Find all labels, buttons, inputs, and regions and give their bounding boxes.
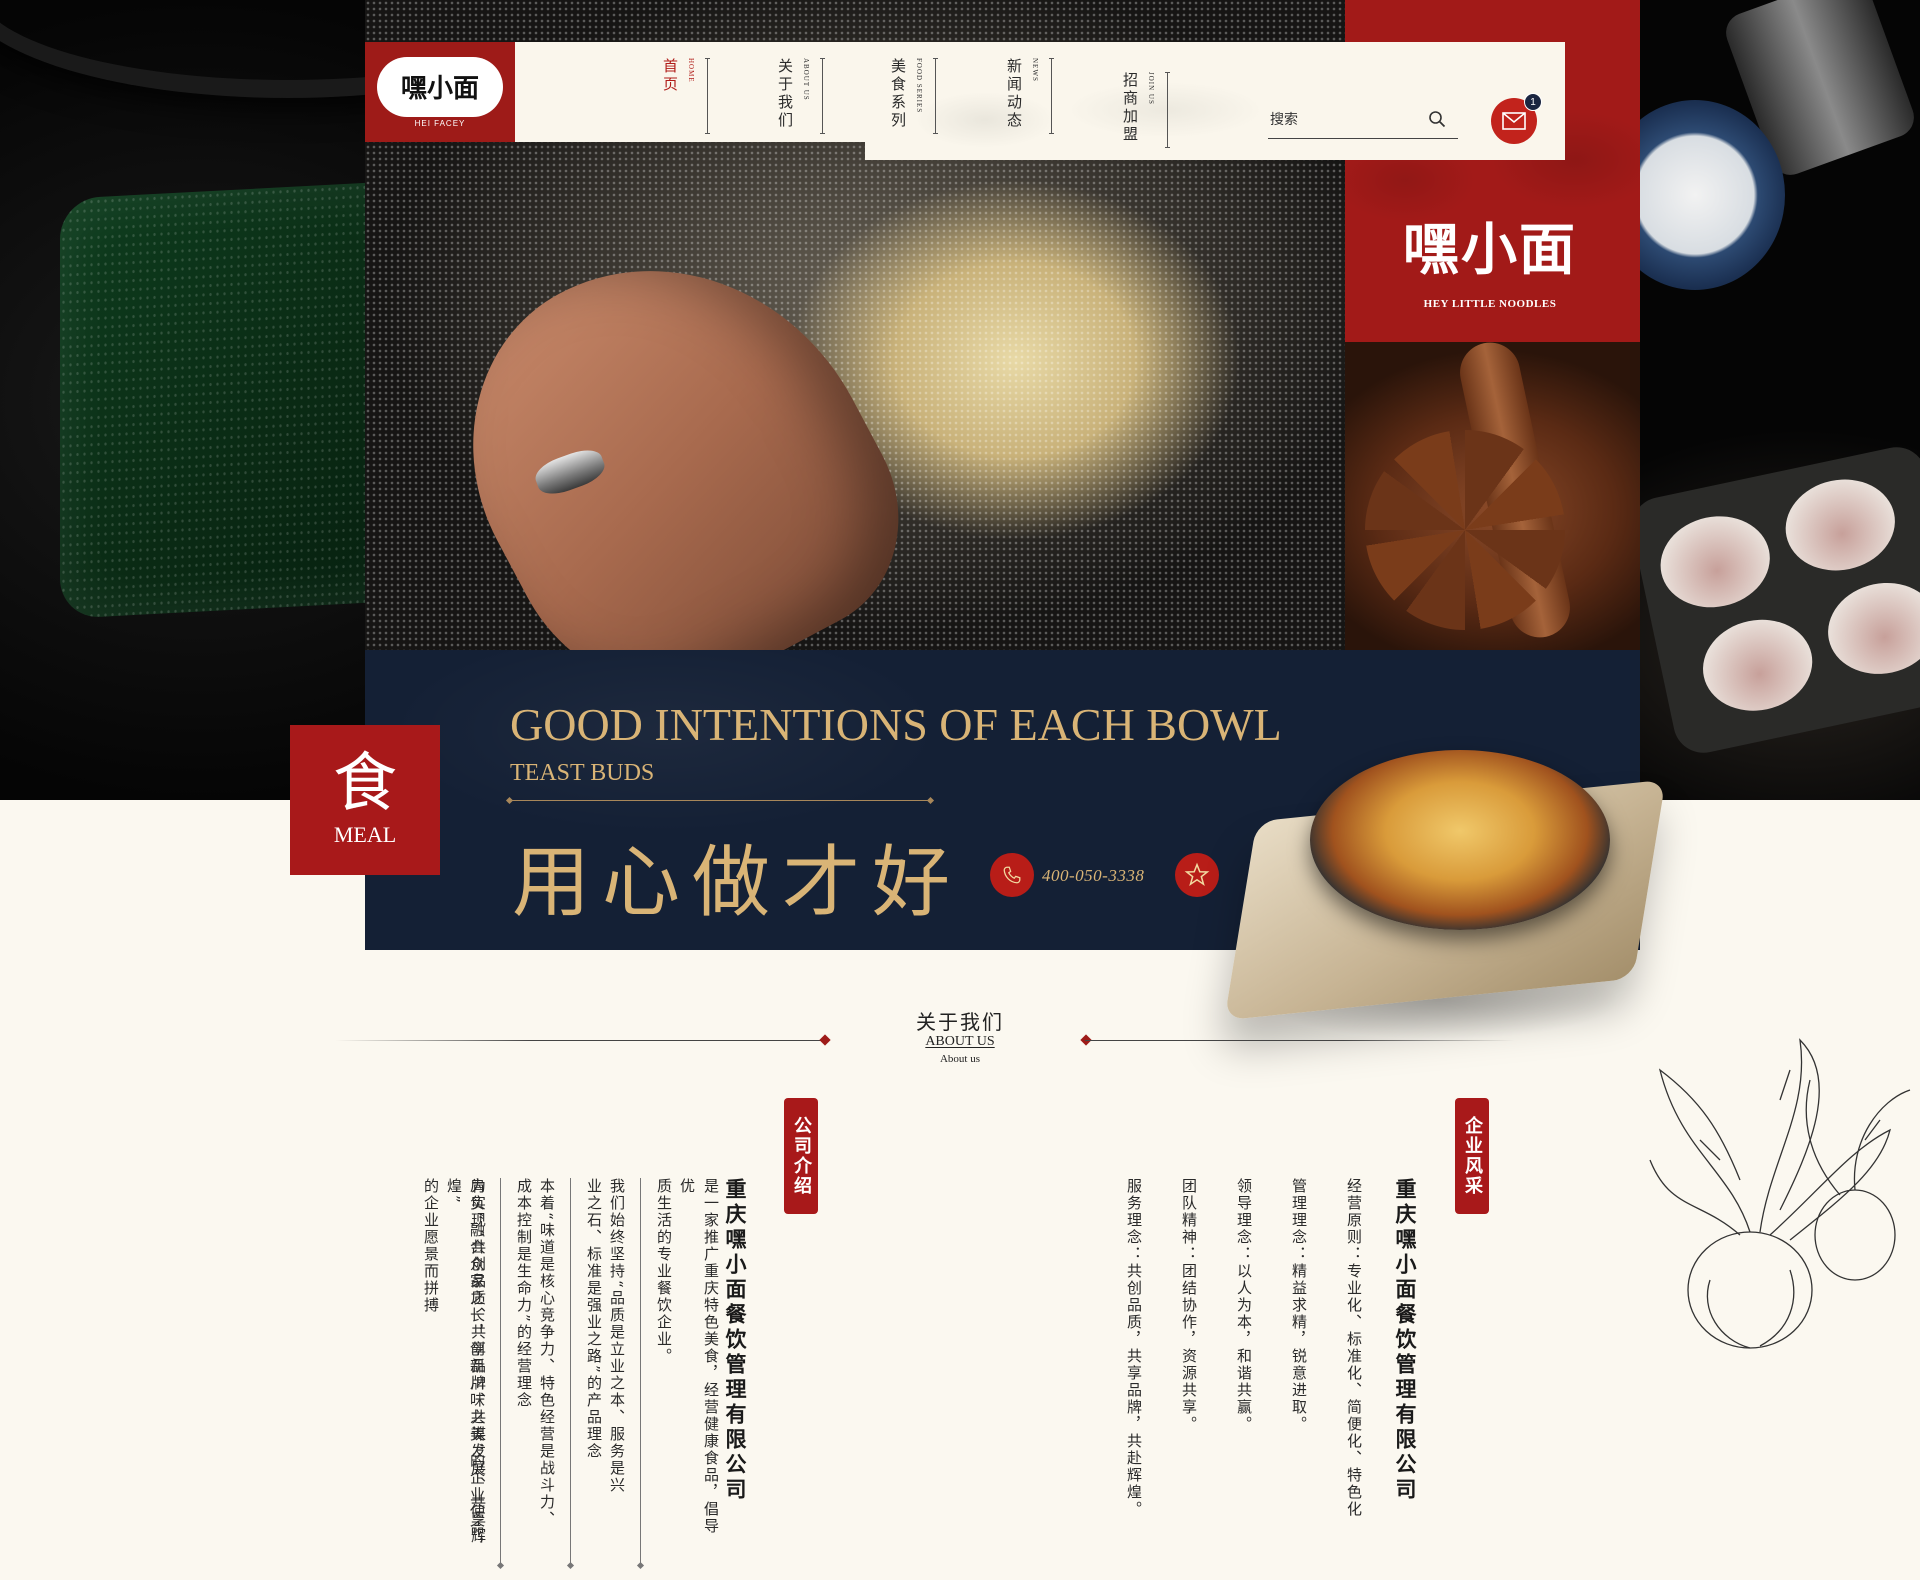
nav-home[interactable]: 首页 HOME (660, 58, 710, 136)
nav-label-en: FOOD SERIES (915, 58, 923, 114)
section-divider-right (1085, 1040, 1515, 1041)
company-intro-text: 我们始终坚持“品质是立业之本、服务是兴 (608, 1178, 626, 1494)
search-input[interactable] (1268, 104, 1422, 136)
column-divider (500, 1178, 501, 1568)
corporate-style-text: 经营原则：专业化、标准化、简便化、特色化 (1345, 1178, 1363, 1518)
kohlrabi-sketch-illustration (1649, 1038, 1911, 1349)
divider-diamond-icon (819, 1034, 831, 1046)
logo-mark: 嘿小面 (377, 56, 503, 117)
hand-photo (408, 195, 942, 655)
nav-label-cn: 首页 (661, 58, 679, 94)
nav-bar-extension (865, 60, 1565, 160)
corporate-style-text: 团队精神：团结协作，资源共享。 (1180, 1178, 1198, 1433)
nav-label-cn: 美食系列 (889, 58, 907, 130)
section-title-en: ABOUT US (925, 1034, 995, 1049)
nav-label-en: JOIN US (1147, 72, 1155, 105)
mail-badge: 1 (1524, 93, 1542, 111)
search-box (1268, 104, 1458, 139)
favorite-button[interactable] (1175, 853, 1219, 897)
noodle-bowl-photo (1310, 750, 1610, 930)
meal-badge: 食 MEAL (290, 725, 440, 875)
nav-label-en: HOME (687, 58, 695, 83)
nav-divider (705, 58, 710, 134)
nav-news[interactable]: 新闻动态 NEWS (1004, 58, 1054, 136)
meal-badge-en: MEAL (333, 822, 397, 847)
company-intro-seal: 公司介绍 (784, 1098, 818, 1214)
corporate-style-seal: 企业风采 (1455, 1098, 1489, 1214)
company-intro-text: 本着“味道是核心竞争力、特色经营是战斗力、 (538, 1178, 556, 1528)
company-intro-text: 成本控制是生命力”的经营理念 (515, 1178, 533, 1409)
nav-label-cn: 新闻动态 (1005, 58, 1023, 130)
nav-divider (1165, 72, 1170, 148)
banner-title: GOOD INTENTIONS OF EACH BOWL (510, 699, 1282, 750)
phone-number: 400-050-3338 (1042, 866, 1145, 885)
corporate-style-text: 管理理念：精益求精，锐意进取。 (1290, 1178, 1308, 1433)
logo-subtitle: HEI FACEY (414, 118, 466, 128)
corporate-style-text: 领导理念：以人为本，和谐共赢。 (1235, 1178, 1253, 1433)
nav-about-us[interactable]: 关于我们 ABOUT US (775, 58, 825, 136)
column-divider (570, 1178, 571, 1568)
column-divider (640, 1178, 641, 1568)
nav-label-en: NEWS (1031, 58, 1039, 82)
nav-label-en: ABOUT US (802, 58, 810, 101)
section-divider-left (335, 1040, 825, 1041)
phone-button[interactable] (990, 853, 1034, 897)
nav-label-cn: 招商加盟 (1121, 72, 1139, 144)
star-anise-photo (1345, 330, 1640, 650)
company-intro-text: 为实现“共创品质、共享品牌、共谋发展、共享辉煌” (445, 1178, 487, 1545)
phone-icon (1003, 866, 1021, 884)
corporate-style-text: 服务理念：共创品质，共享品牌，共赴辉煌。 (1125, 1178, 1143, 1518)
dough-scraper-photo (60, 181, 400, 619)
section-title-en-small: About us (939, 1053, 981, 1065)
brand-name-en: HEY LITTLE NOODLES (1423, 298, 1557, 310)
eggshells-photo (1626, 441, 1920, 759)
nav-food-series[interactable]: 美食系列 FOOD SERIES (888, 58, 938, 136)
banner-slogan: 用心做才好 (512, 838, 963, 928)
company-intro-text: 业之石、标准是强业之路”的产品理念 (585, 1178, 603, 1460)
site-logo[interactable]: 嘿小面 HEI FACEY (365, 42, 515, 142)
nav-divider (1049, 58, 1054, 134)
company-name-heading: 重庆嘿小面餐饮管理有限公司 (1393, 1178, 1418, 1503)
nav-label-cn: 关于我们 (776, 58, 794, 130)
banner-divider (510, 800, 930, 801)
company-intro-text: 是一家推广重庆特色美食，经营健康食品，倡导优 (678, 1178, 720, 1535)
banner-subtitle: TEAST BUDS (510, 760, 655, 786)
meal-badge-cn: 食 (333, 747, 397, 821)
search-icon[interactable] (1428, 110, 1446, 128)
nav-join-us[interactable]: 招商加盟 JOIN US (1120, 72, 1170, 150)
brand-name-cn: 嘿小面 (1403, 217, 1577, 283)
company-intro-text: 质生活的专业餐饮企业。 (655, 1178, 673, 1365)
company-name-heading: 重庆嘿小面餐饮管理有限公司 (723, 1178, 748, 1503)
star-anise (1365, 430, 1565, 630)
company-intro-text: 的企业愿景而拼搏 (422, 1178, 440, 1314)
section-title-cn: 关于我们 (916, 1010, 1004, 1034)
envelope-icon (1502, 112, 1526, 130)
star-icon (1184, 862, 1210, 887)
nav-divider (933, 58, 938, 134)
nav-divider (820, 58, 825, 134)
